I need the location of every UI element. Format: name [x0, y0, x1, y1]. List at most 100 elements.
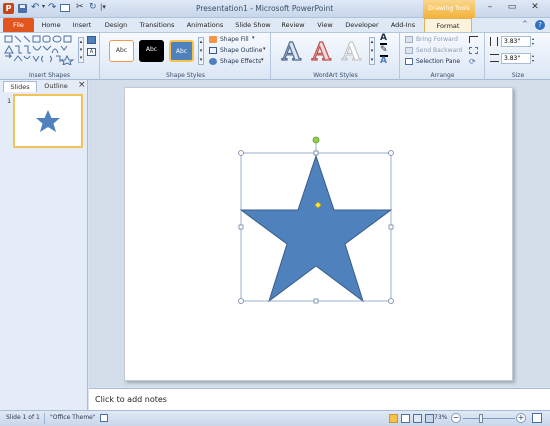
rotate-icon[interactable]: ⟳ — [469, 57, 476, 66]
tab-transitions[interactable]: Transitions — [135, 18, 179, 32]
close-panel-icon[interactable]: × — [78, 80, 86, 90]
send-backward-icon[interactable] — [405, 47, 413, 54]
powerpoint-logo-icon[interactable]: P — [3, 3, 14, 14]
status-bar: Slide 1 of 1 "Office Theme" 73% − + — [0, 410, 550, 426]
wordart-styles-group: A A A ▴ ▾ ▾ A ✎ A WordArt Styles — [272, 33, 400, 80]
zoom-level[interactable]: 73% — [434, 414, 447, 421]
star-shape-layer — [238, 136, 394, 304]
collapse-ribbon-icon[interactable]: ^ — [522, 20, 528, 28]
slides-panel: Slides Outline × 1 — [0, 80, 88, 410]
customize-qat-icon[interactable]: |▾ — [100, 3, 106, 11]
size-label: Size — [511, 72, 525, 79]
zoom-out-button[interactable]: − — [451, 413, 461, 423]
shape-width-input[interactable] — [501, 53, 531, 64]
reading-view-icon[interactable] — [413, 414, 422, 423]
group-icon[interactable] — [469, 47, 478, 54]
zoom-in-button[interactable]: + — [516, 413, 526, 423]
save-icon[interactable] — [18, 4, 27, 13]
wordart-style-gray[interactable]: A — [342, 37, 362, 67]
shape-styles-label: Shape Styles — [166, 72, 205, 79]
slide-thumbnail[interactable] — [13, 94, 83, 148]
shape-height-icon — [490, 37, 498, 46]
star-shape[interactable] — [239, 154, 393, 303]
size-group: ▴▾ ▴▾ Size — [486, 33, 550, 80]
normal-view-icon[interactable] — [389, 414, 398, 423]
fit-to-window-icon[interactable] — [532, 413, 542, 423]
bring-forward-icon[interactable] — [405, 36, 413, 43]
shape-outline-icon[interactable] — [209, 47, 217, 54]
slide-counter: Slide 1 of 1 — [6, 414, 40, 421]
edit-shape-icon[interactable] — [87, 36, 96, 44]
tab-view[interactable]: View — [312, 18, 338, 32]
close-button[interactable]: ✕ — [524, 2, 546, 15]
slide-show-icon[interactable] — [425, 414, 434, 423]
thumbnail-star-icon — [36, 110, 60, 132]
minimize-button[interactable]: – — [480, 2, 500, 15]
shape-effects-dropdown-icon[interactable]: ▾ — [261, 57, 264, 63]
text-fill-icon[interactable]: A — [380, 34, 387, 45]
shape-styles-group: Abc Abc Abc ▴ ▾ ▾ Shape Fill ▾ Shape Outli… — [101, 33, 271, 80]
shape-width-icon — [490, 54, 499, 62]
shape-style-black[interactable]: Abc — [139, 40, 164, 62]
undo-icon[interactable]: ↶ — [31, 2, 39, 13]
tab-design[interactable]: Design — [101, 18, 131, 32]
tab-insert[interactable]: Insert — [68, 18, 96, 32]
cut-icon[interactable]: ✂ — [76, 2, 84, 12]
notes-placeholder: Click to add notes — [95, 395, 167, 404]
shape-width-spinner[interactable]: ▴ ▾ — [532, 53, 534, 63]
shape-effects-icon[interactable] — [209, 58, 217, 65]
tab-slides[interactable]: Slides — [3, 81, 37, 92]
zoom-slider-thumb[interactable] — [479, 414, 484, 423]
shape-style-blue[interactable]: Abc — [169, 40, 194, 62]
tab-add-ins[interactable]: Add-Ins — [386, 18, 420, 32]
rotation-handle[interactable] — [312, 136, 320, 144]
restore-button[interactable]: ▭ — [502, 2, 522, 15]
bring-forward-button[interactable]: Bring Forward — [416, 35, 458, 44]
wordart-style-outline[interactable]: A — [281, 36, 301, 66]
send-backward-button[interactable]: Send Backward — [416, 46, 462, 55]
help-icon[interactable]: ? — [535, 20, 545, 30]
text-effects-icon[interactable]: A — [380, 57, 387, 66]
spell-check-icon[interactable] — [100, 414, 108, 422]
shape-style-white[interactable]: Abc — [109, 40, 134, 62]
tab-animations[interactable]: Animations — [182, 18, 228, 32]
slide-thumbnail-number: 1 — [7, 97, 12, 105]
shape-fill-button[interactable]: Shape Fill — [220, 35, 249, 44]
repeat-icon[interactable]: ↻ — [89, 2, 97, 12]
tab-file[interactable]: File — [3, 18, 34, 32]
undo-dropdown-icon[interactable]: ▾ — [42, 3, 45, 10]
tab-slide-show[interactable]: Slide Show — [232, 18, 274, 32]
tab-format[interactable]: Format — [424, 18, 472, 32]
text-box-icon[interactable]: A — [87, 48, 96, 56]
arrange-label: Arrange — [430, 72, 455, 79]
shape-height-input[interactable] — [501, 36, 531, 47]
shapes-gallery[interactable] — [4, 35, 78, 65]
tab-home[interactable]: Home — [37, 18, 65, 32]
new-slide-icon[interactable] — [60, 4, 70, 12]
shape-outline-dropdown-icon[interactable]: ▾ — [263, 46, 266, 52]
zoom-slider[interactable] — [463, 414, 515, 423]
tab-outline[interactable]: Outline — [39, 81, 73, 92]
shape-styles-more-icon[interactable]: ▴ ▾ ▾ — [198, 37, 204, 65]
notes-pane[interactable]: Click to add notes — [89, 388, 550, 410]
redo-icon[interactable]: ↷ — [48, 2, 56, 13]
shape-fill-icon[interactable] — [209, 36, 217, 43]
title-bar: P ↶ ▾ ↷ ✂ ↻ |▾ Presentation1 - Microsoft… — [0, 0, 550, 18]
wordart-more-icon[interactable]: ▴ ▾ ▾ — [369, 37, 375, 65]
tab-review[interactable]: Review — [278, 18, 308, 32]
shapes-more-icon[interactable]: ▴ ▾ ▾ — [78, 37, 84, 63]
tab-developer[interactable]: Developer — [342, 18, 382, 32]
slide-sorter-icon[interactable] — [401, 414, 410, 423]
align-icon[interactable] — [469, 36, 478, 43]
shape-fill-dropdown-icon[interactable]: ▾ — [252, 35, 255, 41]
theme-name[interactable]: "Office Theme" — [50, 414, 96, 421]
selection-pane-button[interactable]: Selection Pane — [416, 57, 460, 66]
wordart-style-red[interactable]: A — [311, 36, 331, 66]
shape-outline-button[interactable]: Shape Outline — [220, 46, 262, 55]
shape-height-spinner[interactable]: ▴ ▾ — [532, 36, 534, 46]
drawing-tools-context-label: Drawing Tools — [423, 0, 475, 18]
insert-shapes-label: Insert Shapes — [28, 72, 71, 79]
shape-effects-button[interactable]: Shape Effects — [220, 57, 261, 66]
slide-canvas[interactable] — [124, 87, 513, 381]
selection-pane-icon[interactable] — [405, 58, 413, 65]
